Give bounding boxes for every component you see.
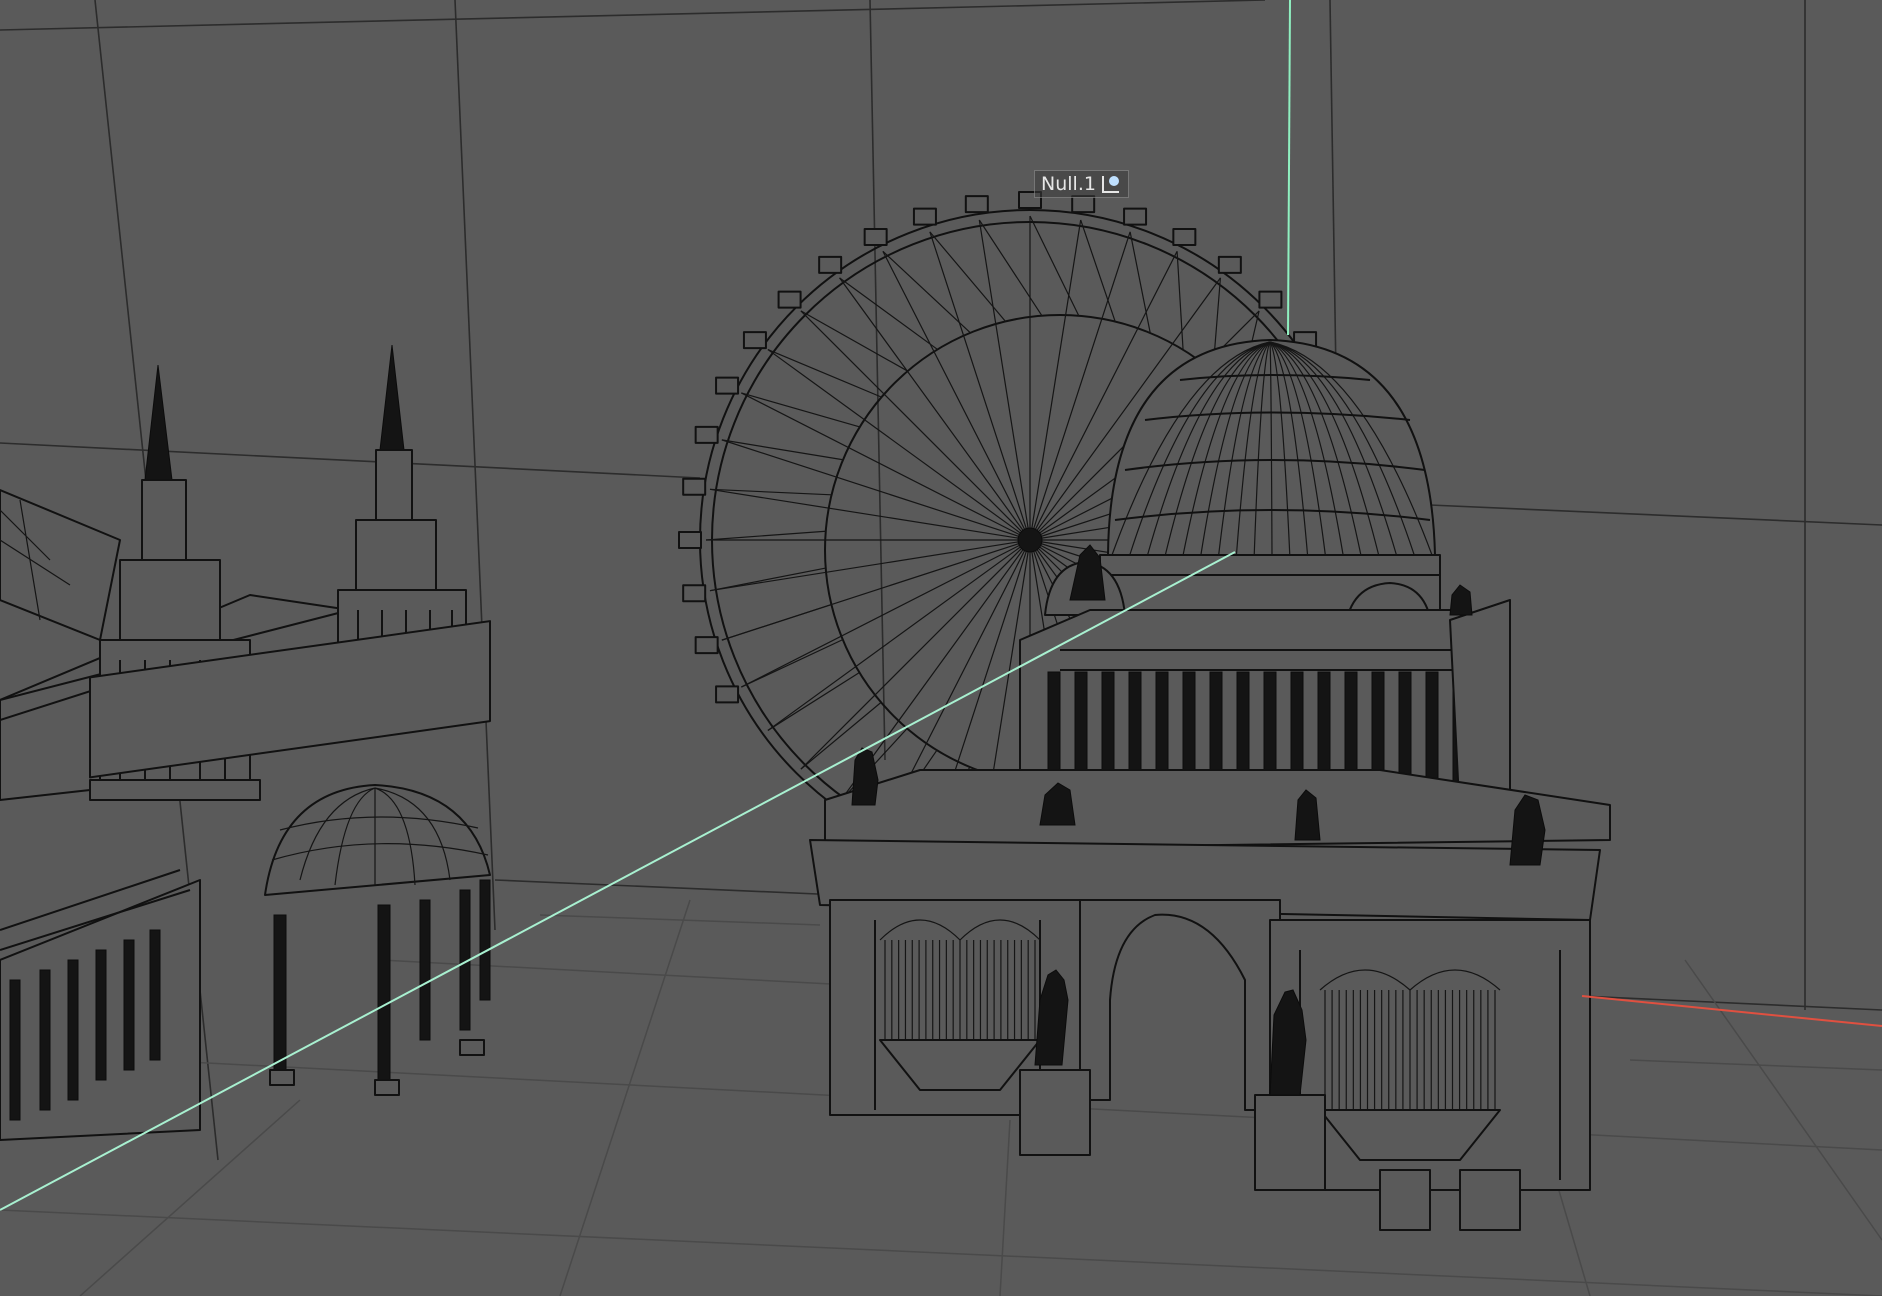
gondola [1172, 228, 1197, 247]
gondola [964, 195, 989, 214]
palace-building [809, 339, 1611, 1231]
gondola [682, 477, 707, 496]
gondola [715, 376, 740, 395]
gondola [694, 636, 719, 655]
gondola [694, 425, 719, 444]
3d-viewport[interactable]: Null.1 [0, 0, 1882, 1296]
gondola [912, 207, 937, 226]
gondola [715, 685, 740, 704]
gondola [863, 228, 888, 247]
gondola [742, 331, 767, 350]
gondola [1071, 195, 1096, 214]
null-object-icon [1100, 173, 1122, 195]
gondola [818, 255, 843, 274]
y-axis-line [1287, 0, 1291, 336]
gondola [678, 531, 702, 549]
gondola [1217, 255, 1242, 274]
gazebo [264, 784, 491, 1096]
gondola [1258, 290, 1283, 309]
x-axis-line [1581, 995, 1882, 1027]
viewport-scene[interactable] [0, 0, 1882, 1296]
gondola [682, 584, 707, 603]
object-label-text: Null.1 [1041, 173, 1096, 195]
gondola [777, 290, 802, 309]
gondola [1123, 207, 1148, 226]
object-label-null[interactable]: Null.1 [1034, 170, 1129, 198]
